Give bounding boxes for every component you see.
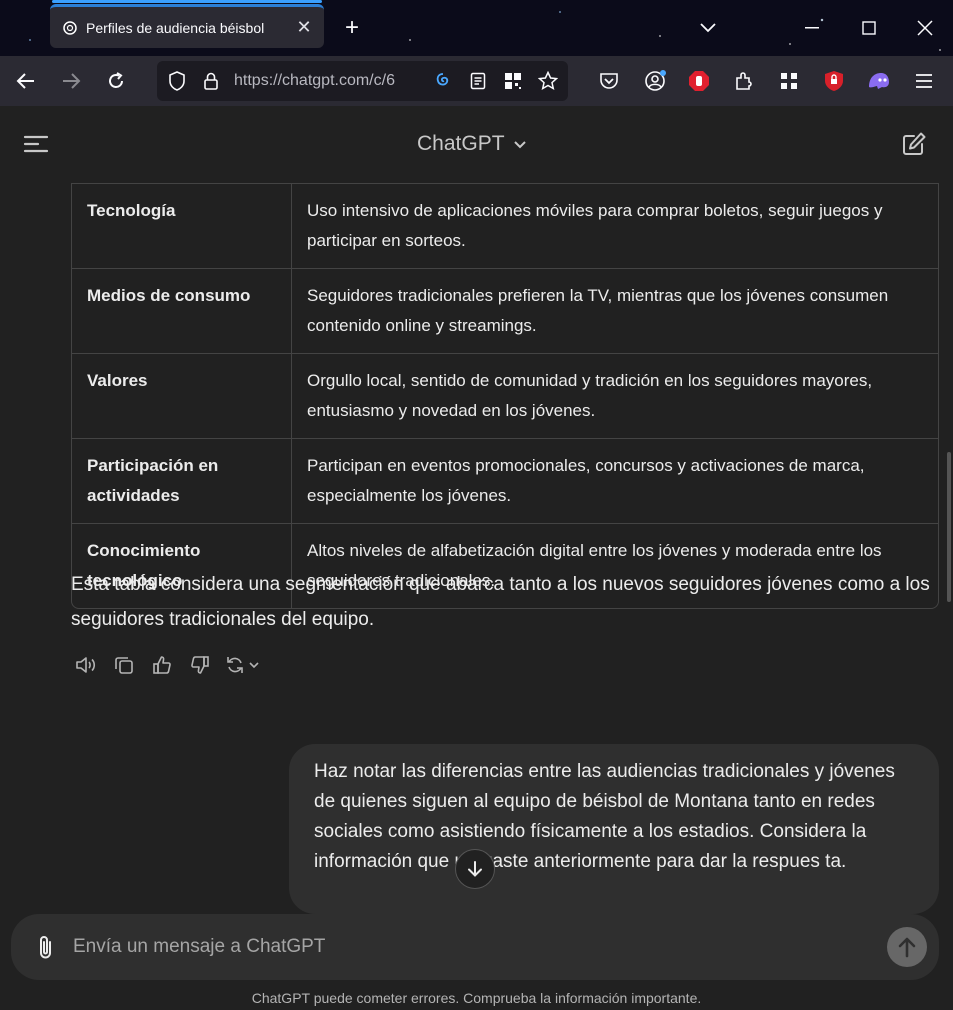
paperclip-icon[interactable] xyxy=(33,934,59,960)
profile-table: Tecnología Uso intensivo de aplicaciones… xyxy=(71,183,939,609)
address-bar[interactable]: https://chatgpt.com/c/6 xyxy=(157,61,568,101)
url-text[interactable]: https://chatgpt.com/c/6 xyxy=(234,72,416,90)
table-cell-label: Valores xyxy=(72,354,292,438)
close-icon[interactable]: ✕ xyxy=(296,17,312,38)
tab-strip: Perfiles de audiencia béisbol ✕ + xyxy=(0,0,953,56)
app-title: ChatGPT xyxy=(417,132,505,155)
ghost-icon[interactable] xyxy=(863,65,895,97)
sidebar-toggle-icon[interactable] xyxy=(22,132,50,156)
arrow-down-icon[interactable] xyxy=(455,849,495,889)
chat-header: ChatGPT xyxy=(0,106,953,182)
chevron-down-icon xyxy=(513,132,527,156)
navigation-toolbar: https://chatgpt.com/c/6 xyxy=(0,56,953,106)
menu-icon[interactable] xyxy=(908,65,940,97)
tab-loading-bar xyxy=(52,0,322,3)
pocket-icon[interactable] xyxy=(593,65,625,97)
model-selector[interactable]: ChatGPT xyxy=(417,132,527,156)
user-message-bubble: Haz notar las diferencias entre las audi… xyxy=(289,744,939,914)
message-composer xyxy=(11,914,939,980)
back-icon[interactable] xyxy=(10,65,42,97)
message-input[interactable] xyxy=(73,928,873,966)
reader-icon[interactable] xyxy=(464,67,492,95)
table-cell-value: Orgullo local, sentido de comunidad y tr… xyxy=(307,371,873,420)
table-cell-value: Seguidores tradicionales prefieren la TV… xyxy=(307,286,889,335)
table-cell-value: Participan en eventos promocionales, con… xyxy=(307,456,865,505)
star-icon[interactable] xyxy=(534,67,562,95)
reload-icon[interactable] xyxy=(100,65,132,97)
table-row: Valores Orgullo local, sentido de comuni… xyxy=(72,353,938,438)
new-chat-icon[interactable] xyxy=(900,130,928,158)
table-cell-value: Uso intensivo de aplicaciones móviles pa… xyxy=(307,201,883,250)
table-cell-label: Participación en actividades xyxy=(72,439,292,523)
grid-extension-icon[interactable] xyxy=(773,65,805,97)
thumbs-up-icon[interactable] xyxy=(147,650,177,680)
maximize-icon[interactable] xyxy=(853,12,885,44)
scrollbar-thumb[interactable] xyxy=(947,452,951,602)
adblock-icon[interactable] xyxy=(683,65,715,97)
lock-icon[interactable] xyxy=(197,67,225,95)
forward-icon[interactable] xyxy=(55,65,87,97)
minimize-icon[interactable] xyxy=(796,12,828,44)
regenerate-icon[interactable] xyxy=(223,650,263,680)
assistant-paragraph: Esta tabla considera una segmentación qu… xyxy=(71,574,930,630)
account-icon[interactable] xyxy=(639,65,671,97)
thumbs-down-icon[interactable] xyxy=(185,650,215,680)
ublock-icon[interactable] xyxy=(818,65,850,97)
table-row: Tecnología Uso intensivo de aplicaciones… xyxy=(72,184,938,268)
read-aloud-icon[interactable] xyxy=(71,650,101,680)
table-cell-label: Medios de consumo xyxy=(72,269,292,353)
browser-tab[interactable]: Perfiles de audiencia béisbol ✕ xyxy=(50,4,324,48)
tab-title: Perfiles de audiencia béisbol xyxy=(86,19,265,36)
extensions-icon[interactable] xyxy=(728,65,760,97)
chevron-down-icon[interactable] xyxy=(692,12,724,44)
table-cell-label: Tecnología xyxy=(72,184,292,268)
shield-icon[interactable] xyxy=(163,67,191,95)
qr-icon[interactable] xyxy=(499,67,527,95)
spiral-icon[interactable] xyxy=(429,67,457,95)
send-arrow-icon[interactable] xyxy=(887,927,927,967)
message-actions xyxy=(71,650,263,680)
disclaimer-footer: ChatGPT puede cometer errores. Comprueba… xyxy=(251,990,702,1006)
copy-icon[interactable] xyxy=(109,650,139,680)
close-window-icon[interactable] xyxy=(909,12,941,44)
plus-icon[interactable]: + xyxy=(340,14,364,42)
table-row: Medios de consumo Seguidores tradicional… xyxy=(72,268,938,353)
openai-favicon-icon xyxy=(62,20,78,36)
table-row: Participación en actividades Participan … xyxy=(72,438,938,523)
